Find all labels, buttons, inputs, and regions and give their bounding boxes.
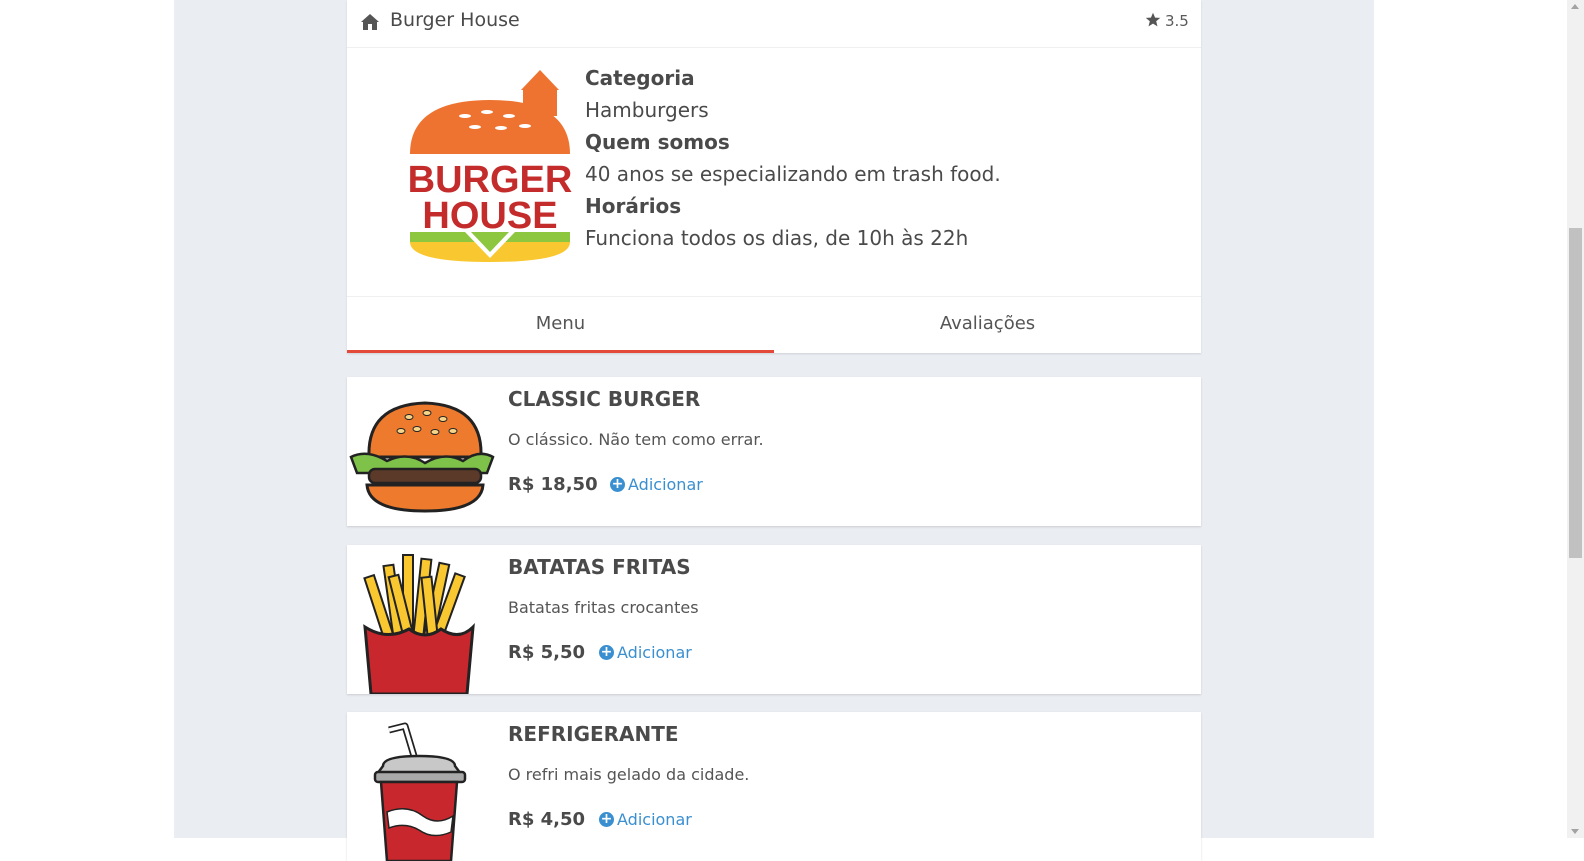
restaurant-info: Categoria Hamburgers Quem somos 40 anos … <box>585 64 1001 256</box>
burger-image <box>349 401 495 513</box>
hours-label: Horários <box>585 194 682 218</box>
item-description: Batatas fritas crocantes <box>508 598 699 617</box>
add-button[interactable]: + Adicionar <box>599 810 692 829</box>
item-description: O refri mais gelado da cidade. <box>508 765 750 784</box>
menu-item: BATATAS FRITAS Batatas fritas crocantes … <box>347 545 1201 694</box>
item-name: CLASSIC BURGER <box>508 387 701 411</box>
scrollbar-thumb[interactable] <box>1569 228 1582 558</box>
item-name: BATATAS FRITAS <box>508 555 691 579</box>
tab-menu[interactable]: Menu <box>347 297 774 353</box>
restaurant-header: Burger House 3.5 <box>347 0 1201 48</box>
menu-item: REFRIGERANTE O refri mais gelado da cida… <box>347 712 1201 861</box>
star-icon <box>1145 12 1161 27</box>
plus-circle-icon: + <box>610 476 625 492</box>
item-description: O clássico. Não tem como errar. <box>508 430 764 449</box>
tab-reviews[interactable]: Avaliações <box>774 297 1201 353</box>
scroll-up-arrow-icon[interactable] <box>1571 4 1579 9</box>
tab-bar: Menu Avaliações <box>347 296 1201 354</box>
add-button-label: Adicionar <box>628 475 703 494</box>
hours-value: Funciona todos os dias, de 10h às 22h <box>585 226 969 250</box>
soda-image <box>373 722 467 861</box>
fries-image <box>363 554 475 694</box>
item-price: R$ 5,50 <box>508 642 586 663</box>
about-value: 40 anos se especializando em trash food. <box>585 162 1001 186</box>
burger-house-logo: BURGER HOUSE <box>408 70 572 262</box>
vertical-scrollbar[interactable] <box>1567 0 1584 838</box>
category-value: Hamburgers <box>585 98 709 122</box>
add-button-label: Adicionar <box>617 643 692 662</box>
scroll-down-arrow-icon[interactable] <box>1571 829 1579 834</box>
logo-text-house: HOUSE <box>422 195 557 237</box>
add-button[interactable]: + Adicionar <box>610 475 703 494</box>
restaurant-card: Burger House 3.5 BURGER HOUSE Categoria … <box>347 0 1201 353</box>
category-label: Categoria <box>585 66 695 90</box>
item-price: R$ 4,50 <box>508 809 586 830</box>
home-icon <box>361 14 379 30</box>
item-price: R$ 18,50 <box>508 474 598 495</box>
add-button-label: Adicionar <box>617 810 692 829</box>
restaurant-name: Burger House <box>390 9 520 31</box>
item-name: REFRIGERANTE <box>508 722 679 746</box>
add-button[interactable]: + Adicionar <box>599 643 692 662</box>
plus-circle-icon: + <box>599 811 614 827</box>
plus-circle-icon: + <box>599 644 614 660</box>
restaurant-rating: 3.5 <box>1165 12 1189 30</box>
about-label: Quem somos <box>585 130 730 154</box>
menu-item: CLASSIC BURGER O clássico. Não tem como … <box>347 377 1201 526</box>
